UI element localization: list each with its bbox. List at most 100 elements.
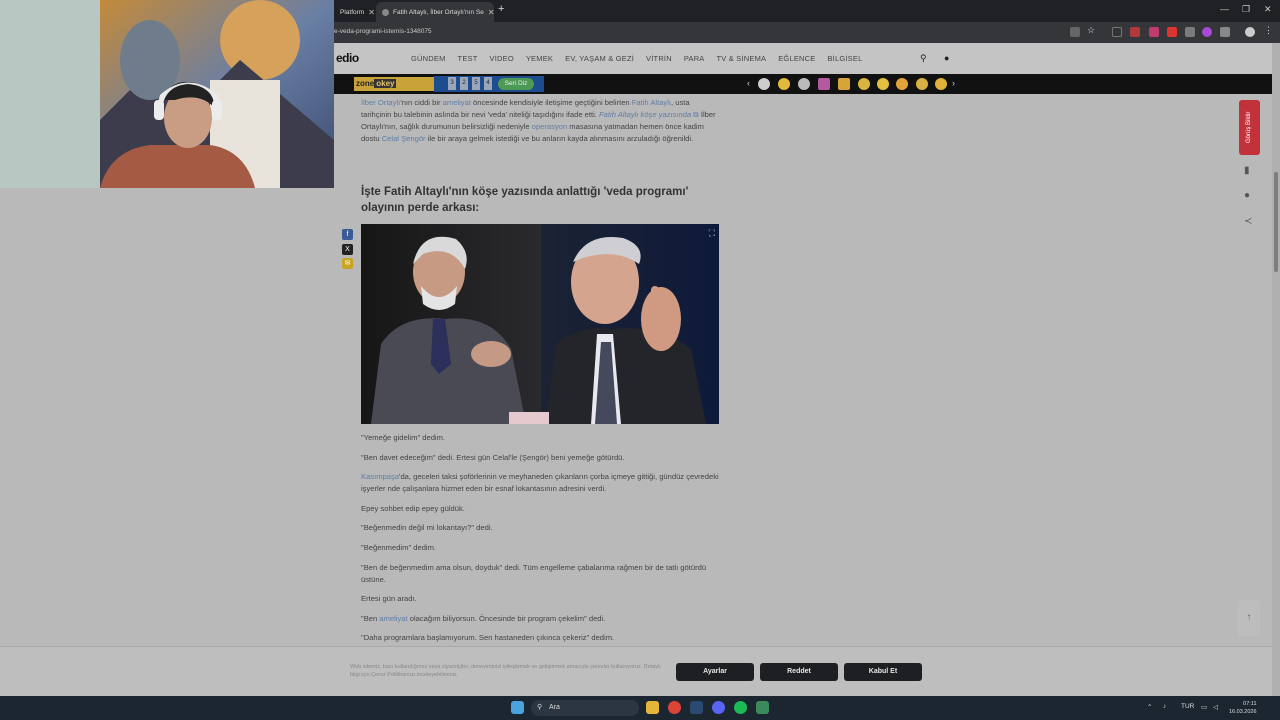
- link-celal-sengor[interactable]: Celal Şengör: [382, 134, 426, 143]
- link-kasimpasa[interactable]: Kasımpaşa: [361, 472, 399, 481]
- site-logo[interactable]: edio: [336, 51, 359, 65]
- x-share-icon[interactable]: X: [342, 244, 353, 255]
- network-icon[interactable]: ▭: [1201, 703, 1207, 711]
- minimize-icon[interactable]: —: [1220, 4, 1229, 14]
- seri-diz-button[interactable]: Seri Diz: [498, 78, 534, 90]
- text: olacağım biliyorsun. Öncesinde bir progr…: [409, 613, 606, 623]
- maximize-icon[interactable]: ❐: [1242, 4, 1250, 15]
- close-icon[interactable]: ✕: [484, 8, 494, 17]
- chevron-up-icon[interactable]: ⌃: [1147, 703, 1152, 711]
- scrollbar[interactable]: [1272, 43, 1280, 696]
- intro-paragraph: İlber Ortaylı'nın ciddi bir ameliyat önc…: [361, 97, 721, 145]
- link-operasyon[interactable]: operasyon: [532, 122, 567, 131]
- url-field[interactable]: e-veda-programi-istemis-1348075: [334, 28, 432, 35]
- windows-start-icon[interactable]: [511, 701, 524, 714]
- link-ameliyat[interactable]: ameliyat: [379, 614, 407, 623]
- user-icon[interactable]: ●: [944, 53, 949, 63]
- article-body: "Yemeğe gidelim" dedim. "Ben davet edece…: [361, 432, 721, 652]
- reaction-icon[interactable]: [758, 78, 770, 90]
- reaction-icon[interactable]: [818, 78, 830, 90]
- extension-icon[interactable]: [1167, 27, 1177, 37]
- article-intro: İlber Ortaylı'nın ciddi bir ameliyat önc…: [361, 97, 721, 145]
- discord-icon[interactable]: [712, 701, 725, 714]
- new-tab-icon[interactable]: +: [498, 3, 504, 15]
- link-kose-yazisi[interactable]: Fatih Altaylı köşe yazısında: [599, 110, 691, 119]
- nav-item-test[interactable]: TEST: [458, 54, 478, 63]
- search-icon[interactable]: ⚲: [920, 53, 927, 64]
- article-subheading: İşte Fatih Altaylı'nın köşe yazısında an…: [361, 186, 689, 214]
- install-icon[interactable]: [1070, 27, 1080, 37]
- language-indicator[interactable]: TUR: [1181, 703, 1194, 710]
- reaction-icon[interactable]: [838, 78, 850, 90]
- okey-tile: 2: [460, 77, 468, 90]
- paragraph: "Beğenmedin değil mi lokantayı?" dedi.: [361, 523, 493, 533]
- nav-item-gundem[interactable]: GÜNDEM: [411, 54, 446, 63]
- reaction-icon[interactable]: [798, 78, 810, 90]
- chevron-left-icon[interactable]: ‹: [747, 78, 750, 88]
- nav-item-bilgisel[interactable]: BİLGİSEL: [827, 54, 862, 63]
- bookmark-share-icon[interactable]: ✉: [342, 258, 353, 269]
- menu-icon[interactable]: ⋮: [1264, 25, 1274, 35]
- article-photo[interactable]: ⛶: [361, 224, 719, 424]
- link-fatih-altayli[interactable]: Fatih Altaylı: [632, 98, 671, 107]
- close-icon[interactable]: ✕: [364, 8, 375, 17]
- tab-platform[interactable]: Platform ✕: [334, 2, 376, 22]
- share-icon[interactable]: ≺: [1244, 216, 1252, 227]
- clock-date: 16.03.2026: [1229, 709, 1257, 715]
- cookie-accept-button[interactable]: Kabul Et: [844, 663, 922, 681]
- clock-time: 07:11: [1243, 701, 1257, 707]
- reaction-icon[interactable]: [916, 78, 928, 90]
- report-button[interactable]: Görüş Bildir: [1239, 100, 1260, 155]
- reaction-icon[interactable]: [896, 78, 908, 90]
- text: "Ben: [361, 613, 380, 623]
- cookie-reject-button[interactable]: Reddet: [760, 663, 838, 681]
- clock[interactable]: 07:11 16.03.2026: [1229, 700, 1257, 716]
- reaction-icon[interactable]: [858, 78, 870, 90]
- nav-item-vitrin[interactable]: VİTRİN: [646, 54, 672, 63]
- steam-icon[interactable]: [690, 701, 703, 714]
- reaction-icon[interactable]: [778, 78, 790, 90]
- star-icon[interactable]: ☆: [1087, 25, 1097, 35]
- scroll-top-button[interactable]: ↑: [1238, 600, 1260, 636]
- chrome-icon[interactable]: [668, 701, 681, 714]
- link-ilber-ortayli[interactable]: İlber Ortaylı: [361, 98, 400, 107]
- nav-item-ev-yasam[interactable]: EV, YAŞAM & GEZİ: [565, 54, 634, 63]
- text: 'nın ciddi bir: [400, 98, 443, 107]
- window-close-icon[interactable]: ✕: [1264, 4, 1272, 15]
- profile-icon[interactable]: [1245, 27, 1255, 37]
- puzzle-icon[interactable]: [1220, 27, 1230, 37]
- nav-item-video[interactable]: VİDEO: [490, 54, 514, 63]
- extension-icon[interactable]: [1112, 27, 1122, 37]
- okey-tile: 3: [448, 77, 456, 90]
- nav-item-yemek[interactable]: YEMEK: [526, 54, 553, 63]
- spotify-icon[interactable]: [734, 701, 747, 714]
- main-nav: GÜNDEM TEST VİDEO YEMEK EV, YAŞAM & GEZİ…: [411, 54, 874, 63]
- extension-icon[interactable]: [1130, 27, 1140, 37]
- nav-item-tv-sinema[interactable]: TV & SİNEMA: [717, 54, 767, 63]
- nav-item-eglence[interactable]: EĞLENCE: [778, 54, 815, 63]
- nav-item-para[interactable]: PARA: [684, 54, 705, 63]
- cookie-settings-button[interactable]: Ayarlar: [676, 663, 754, 681]
- extension-icon[interactable]: [1185, 27, 1195, 37]
- text: 'da, geceleri taksi şoförlerinin ve meyh…: [361, 472, 719, 494]
- taskbar-search[interactable]: ⚲ Ara: [531, 700, 639, 716]
- extension-icon[interactable]: [1202, 27, 1212, 37]
- paragraph: Ertesi gün aradı.: [361, 594, 417, 604]
- tab-article[interactable]: Fatih Altaylı, İlber Ortaylı'nın Se ✕: [376, 2, 494, 22]
- bookmark-icon[interactable]: ▮: [1244, 165, 1250, 176]
- app-icon[interactable]: [756, 701, 769, 714]
- ad-banner[interactable]: zone okey 3 2 5 4 Seri Diz ‹ ›: [334, 74, 1274, 94]
- okey-tile: 5: [472, 77, 480, 90]
- chevron-right-icon[interactable]: ›: [952, 78, 955, 88]
- link-ameliyat[interactable]: ameliyat: [443, 98, 471, 107]
- fullscreen-icon[interactable]: ⛶: [709, 228, 715, 239]
- extension-icon[interactable]: [1149, 27, 1159, 37]
- reaction-icon[interactable]: [935, 78, 947, 90]
- scrollbar-thumb[interactable]: [1274, 172, 1278, 272]
- volume-icon[interactable]: ◁: [1213, 703, 1218, 711]
- facebook-share-icon[interactable]: f: [342, 229, 353, 240]
- mic-icon[interactable]: ♪: [1163, 703, 1166, 710]
- reaction-icon[interactable]: [877, 78, 889, 90]
- comment-icon[interactable]: ●: [1244, 190, 1250, 201]
- file-explorer-icon[interactable]: [646, 701, 659, 714]
